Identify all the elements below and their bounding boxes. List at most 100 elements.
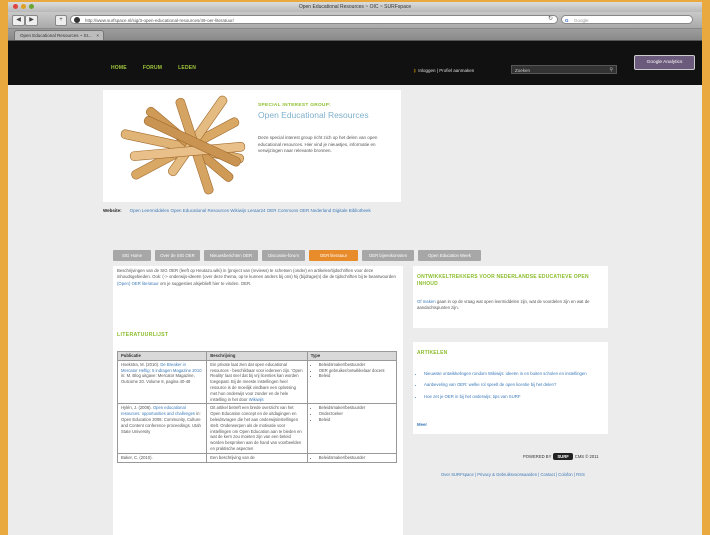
- type-cell: Beleidsmaker/bestuurder OER gebruiker/on…: [306, 359, 398, 405]
- address-bar[interactable]: http://www.surfspace.nl/sig/3-open-educa…: [70, 15, 558, 24]
- search-engine-icon: G: [565, 18, 569, 23]
- description-cell: Dit artikel betreft een brede overzicht …: [206, 403, 308, 454]
- column-header-type: Type: [306, 351, 398, 361]
- sidebar-box-ontwikkeltrekkers: ONTWIKKELTREKKERS VOOR NEDERLANDSE EDUCA…: [413, 266, 608, 328]
- google-analytics-button[interactable]: Google Analytics: [634, 55, 695, 70]
- powered-by-label: POWERED BY: [523, 454, 552, 459]
- browser-search-field[interactable]: G Google: [561, 15, 693, 24]
- type-item: Beleid: [319, 417, 393, 423]
- group-title: Open Educational Resources: [258, 110, 369, 120]
- sidebar-box-link[interactable]: Of maken: [417, 299, 436, 304]
- back-button[interactable]: ◀: [12, 15, 25, 26]
- sidebar-box-body: gaan in op de vraag wat open leermiddele…: [417, 299, 590, 311]
- minimize-window-button[interactable]: [21, 4, 26, 9]
- description-cell: Ein private laat zien dat open education…: [206, 359, 308, 405]
- sidebar-box-heading: ONTWIKKELTREKKERS VOOR NEDERLANDSE EDUCA…: [417, 274, 589, 287]
- sidebar-box-artikelen: ARTIKELEN Nieuwste ontwikkelingen rondom…: [413, 342, 608, 434]
- meer-link[interactable]: Meer: [417, 422, 427, 427]
- literature-table: Publicatie Beschrijving Type Hoekstra, M…: [116, 351, 398, 463]
- search-icon[interactable]: ⚲: [609, 66, 613, 75]
- artikelen-heading: ARTIKELEN: [417, 350, 448, 356]
- artikel-link[interactable]: Hoe zet je OER in bij het onderwijs: tip…: [424, 394, 604, 400]
- literature-heading: LITERATUURLIJST: [117, 332, 169, 338]
- close-tab-icon[interactable]: ×: [96, 31, 99, 41]
- footer-links[interactable]: Over SURFspace | Privacy & Gebruiksvoorw…: [441, 472, 585, 477]
- column-header-publicatie: Publicatie: [116, 351, 208, 361]
- website-links: Website: Open Leermiddelen Open Education…: [103, 208, 371, 213]
- tab-oer-bijeenkomsten[interactable]: OER bijeenkomsten: [362, 250, 414, 261]
- window-controls: [13, 4, 34, 9]
- publication-cell: Hoekstra, M. (2010). De Breaker in Merca…: [116, 359, 208, 405]
- wooden-sticks-image: [105, 92, 253, 200]
- tab-open-education-week[interactable]: Open Education Week: [418, 250, 481, 261]
- description-link[interactable]: Wikiwijs: [249, 397, 264, 402]
- browser-toolbar: ◀ ▶ + http://www.surfspace.nl/sig/3-open…: [8, 12, 702, 29]
- section-tabs: SIG Home Over de SIG OER Nieuwsberichten…: [113, 250, 481, 261]
- browser-search-placeholder: Google: [574, 18, 589, 23]
- type-item: Beleidsmaker/bestuurder: [319, 455, 393, 461]
- tab-sig-home[interactable]: SIG Home: [113, 250, 151, 261]
- tab-oer-literatuur[interactable]: OER literatuur: [309, 250, 358, 261]
- intro-tail: om je suggesties alsjeblieft hier te vin…: [160, 280, 252, 286]
- publication-author: Hylén, J. (2006).: [121, 405, 153, 411]
- window-title: Open Educational Resources ~ OIC ~ SURFs…: [298, 4, 412, 10]
- type-item: Beleid: [319, 373, 393, 379]
- close-window-button[interactable]: [13, 4, 18, 9]
- description-cell: Een beschrijving van de: [206, 452, 308, 463]
- site-search-input[interactable]: Zoeken ⚲: [511, 65, 617, 74]
- table-row: Baker, C. (2010). Een beschrijving van d…: [116, 452, 398, 463]
- site-search-placeholder: Zoeken: [515, 68, 531, 73]
- title-bar: Open Educational Resources ~ OIC ~ SURFs…: [8, 2, 702, 12]
- login-text: Inloggen | Profiel aanmaken: [418, 68, 475, 73]
- nav-home[interactable]: HOME: [111, 65, 127, 71]
- publication-cell: Hylén, J. (2006). Open educational resou…: [116, 403, 208, 454]
- artikel-link[interactable]: Nieuwste ontwikkelingen rondom Wikiwijs:…: [424, 371, 604, 377]
- type-cell: Beleidsmaker/bestuurder Onderzoeker Bele…: [306, 403, 398, 454]
- nav-forum[interactable]: FORUM: [143, 65, 162, 71]
- type-cell: Beleidsmaker/bestuurder: [306, 452, 398, 463]
- table-header-row: Publicatie Beschrijving Type: [116, 351, 398, 361]
- tab-bar: Open Educational Resources ~ SI... ×: [8, 29, 702, 41]
- sidebar-box-text: Of maken gaan in op de vraag wat open le…: [417, 299, 602, 312]
- publication-cell: Baker, C. (2010).: [116, 452, 208, 463]
- website-link-list[interactable]: Open Leermiddelen Open Educational Resou…: [130, 208, 371, 213]
- description-text: Een beschrijving van de: [210, 454, 255, 460]
- publication-author: Baker, C. (2010).: [121, 454, 153, 460]
- artikelen-list: Nieuwste ontwikkelingen rondom Wikiwijs:…: [417, 371, 604, 405]
- main-panel: Beschrijvingen van de SIG OER (leeft op …: [113, 266, 403, 535]
- intro-text: Beschrijvingen van de SIG OER (leeft op …: [117, 268, 397, 287]
- reload-icon[interactable]: ↻: [548, 15, 553, 22]
- tab-discussie-forum[interactable]: Discussie-forum: [262, 250, 305, 261]
- hero-banner: SPECIAL INTEREST GROUP: Open Educational…: [103, 90, 401, 202]
- description-text: Dit artikel betreft een brede overzicht …: [210, 405, 302, 451]
- powered-by: POWERED BY SURF CMS © 2011: [523, 453, 599, 460]
- site-header: HOME FORUM LEDEN ⚷ Inloggen | Profiel aan…: [8, 41, 702, 85]
- publication-source: in: M. Blog uitgave: Mercator Magazine, …: [121, 373, 195, 385]
- column-header-beschrijving: Beschrijving: [206, 351, 308, 361]
- group-label: SPECIAL INTEREST GROUP:: [258, 103, 332, 108]
- artikel-link[interactable]: Aanbeveling van OER: welke rol speelt de…: [424, 382, 604, 388]
- publication-author: Hoekstra, M. (2010).: [121, 361, 161, 367]
- website-label: Website:: [103, 208, 122, 213]
- browser-tab[interactable]: Open Educational Resources ~ SI... ×: [14, 30, 104, 40]
- table-row: Hoekstra, M. (2010). De Breaker in Merca…: [116, 359, 398, 405]
- nav-leden[interactable]: LEDEN: [178, 65, 196, 71]
- site-nav: HOME FORUM LEDEN: [111, 65, 196, 71]
- zoom-window-button[interactable]: [29, 4, 34, 9]
- add-bookmark-button[interactable]: +: [55, 15, 67, 26]
- forward-button[interactable]: ▶: [25, 15, 38, 26]
- login-links[interactable]: ⚷ Inloggen | Profiel aanmaken: [413, 68, 474, 74]
- intro-body: Beschrijvingen van de SIG OER (leeft op …: [117, 268, 396, 280]
- browser-tab-label: Open Educational Resources ~ SI...: [20, 33, 92, 38]
- browser-window: Open Educational Resources ~ OIC ~ SURFs…: [8, 2, 702, 535]
- group-description: Deze special interest group richt zich o…: [258, 135, 378, 153]
- surf-logo[interactable]: SURF: [553, 453, 573, 460]
- intro-link[interactable]: (Open) OER literatuur: [117, 281, 159, 286]
- powered-by-suffix: CMS © 2011: [574, 454, 599, 459]
- tab-nieuwsberichten[interactable]: Nieuwsberichten OER: [204, 250, 258, 261]
- key-icon: ⚷: [413, 68, 417, 73]
- address-text: http://www.surfspace.nl/sig/3-open-educa…: [85, 18, 234, 23]
- tab-over-sig[interactable]: Over de SIG OER: [155, 250, 200, 261]
- table-row: Hylén, J. (2006). Open educational resou…: [116, 403, 398, 454]
- site-icon: [74, 17, 80, 23]
